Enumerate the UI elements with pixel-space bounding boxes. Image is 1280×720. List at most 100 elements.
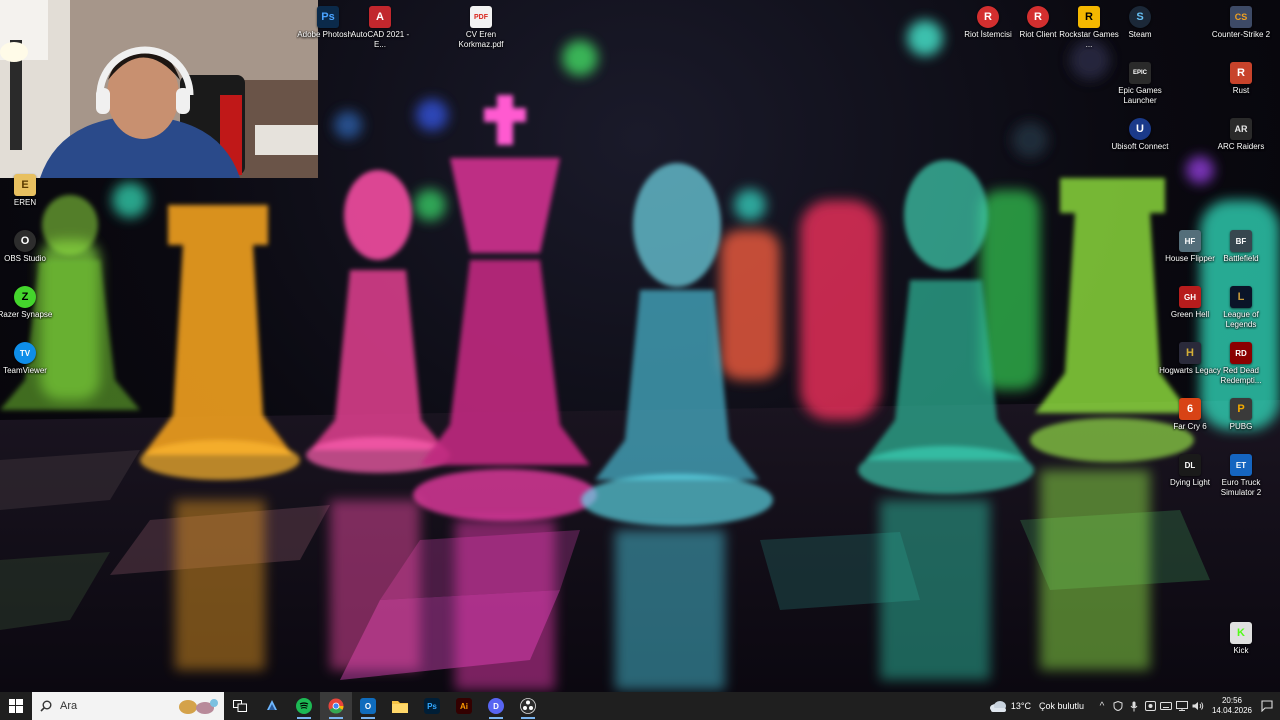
desktop-icon-label: Rust — [1232, 86, 1250, 95]
copilot-icon — [267, 700, 277, 710]
taskbar-task-view[interactable] — [224, 692, 256, 720]
taskbar-chrome[interactable] — [320, 692, 352, 720]
desktop-icon-league-of-legends[interactable]: L League of Legends — [1209, 286, 1273, 330]
photoshop-icon: Ps — [317, 6, 339, 28]
outlook-icon: O — [360, 698, 376, 714]
counter-strike-icon: CS — [1230, 6, 1252, 28]
show-hidden-icons-button[interactable]: ^ — [1094, 692, 1110, 720]
desktop-icon-label: Euro Truck Simulator 2 — [1220, 478, 1262, 497]
task-view-icon — [233, 700, 247, 712]
desktop-icon-counter-strike[interactable]: CS Counter-Strike 2 — [1209, 6, 1273, 40]
tray-app-icon[interactable] — [1110, 692, 1126, 720]
far-cry-icon: 6 — [1179, 398, 1201, 420]
app-tray-icon — [1144, 701, 1156, 711]
network-button[interactable] — [1174, 692, 1190, 720]
riot-icon: R — [1027, 6, 1049, 28]
obs-icon: O — [14, 230, 36, 252]
desktop-icon-eren[interactable]: E EREN — [0, 174, 57, 208]
taskbar-discord[interactable]: D — [480, 692, 512, 720]
keyboard-button[interactable] — [1158, 692, 1174, 720]
desktop-icon-label: Kick — [1233, 646, 1249, 655]
taskbar-copilot[interactable] — [256, 692, 288, 720]
tray-app2-button[interactable] — [1142, 692, 1158, 720]
microphone-icon — [1130, 701, 1138, 711]
desktop-icon-label: League of Legends — [1223, 310, 1259, 329]
desktop-icon-label: Battlefield — [1223, 254, 1259, 263]
obs-icon — [520, 698, 536, 714]
clock-time: 20:56 — [1221, 696, 1243, 705]
desktop-icon-razer-synapse[interactable]: Z Razer Synapse — [0, 286, 57, 320]
pubg-icon: P — [1230, 398, 1252, 420]
hogwarts-icon: H — [1179, 342, 1201, 364]
weather-temperature: 13°C — [1010, 701, 1031, 711]
desktop-icon-label: ARC Raiders — [1217, 142, 1265, 151]
shield-icon — [1113, 701, 1123, 711]
taskbar-illustrator[interactable]: Ai — [448, 692, 480, 720]
start-button[interactable] — [0, 692, 32, 720]
network-icon — [1176, 701, 1188, 711]
rockstar-icon: R — [1078, 6, 1100, 28]
windows-logo-icon — [9, 699, 23, 713]
desktop-icon-autocad[interactable]: A AutoCAD 2021 - E... — [348, 6, 412, 50]
illustrator-icon: Ai — [456, 698, 472, 714]
dying-light-icon: DL — [1179, 454, 1201, 476]
desktop-icon-cv-pdf[interactable]: PDF CV Eren Korkmaz.pdf — [448, 6, 514, 50]
search-highlight-illustration — [179, 699, 218, 714]
epic-games-icon: EPIC — [1129, 62, 1151, 84]
weather-widget[interactable]: 13°C Çok bulutlu — [989, 699, 1084, 713]
microphone-button[interactable] — [1126, 692, 1142, 720]
razer-icon: Z — [14, 286, 36, 308]
steam-icon: S — [1129, 6, 1151, 28]
desktop-icon-red-dead[interactable]: RD Red Dead Redempti... — [1209, 342, 1273, 386]
desktop-icon-euro-truck[interactable]: ET Euro Truck Simulator 2 — [1209, 454, 1273, 498]
notification-button[interactable] — [1254, 692, 1280, 720]
taskbar-file-explorer[interactable] — [384, 692, 416, 720]
desktop-icon-kick[interactable]: K Kick — [1209, 622, 1273, 656]
webcam-overlay — [0, 0, 318, 178]
riot-icon: R — [977, 6, 999, 28]
taskbar-photoshop[interactable]: Ps — [416, 692, 448, 720]
desktop-icon-arc-raiders[interactable]: AR ARC Raiders — [1209, 118, 1273, 152]
desktop-icon-label: Red Dead Redempti... — [1220, 366, 1262, 385]
desktop-icon-label: PUBG — [1229, 422, 1253, 431]
weather-description: Çok bulutlu — [1038, 701, 1084, 711]
green-hell-icon: GH — [1179, 286, 1201, 308]
speaker-icon — [1192, 702, 1204, 710]
desktop-icon-epic-games[interactable]: EPIC Epic Games Launcher — [1108, 62, 1172, 106]
taskbar-spotify[interactable] — [288, 692, 320, 720]
desktop-icon-battlefield[interactable]: BF Battlefield — [1209, 230, 1273, 264]
chrome-icon — [328, 698, 344, 714]
discord-icon: D — [488, 698, 504, 714]
taskbar-outlook[interactable]: O — [352, 692, 384, 720]
desktop-icon-label: OBS Studio — [4, 254, 46, 263]
desktop-icon-steam[interactable]: S Steam — [1108, 6, 1172, 40]
taskbar: Ara O Ps Ai D 13°C Çok bulutlu ^ 20:56 1… — [0, 692, 1280, 720]
search-icon — [40, 700, 52, 712]
pdf-icon: PDF — [470, 6, 492, 28]
cloud-icon — [989, 701, 1006, 712]
desktop-icon-teamviewer[interactable]: TV TeamViewer — [0, 342, 57, 376]
desktop-icon-ubisoft[interactable]: U Ubisoft Connect — [1108, 118, 1172, 152]
desktop-icon-label: Counter-Strike 2 — [1211, 30, 1271, 39]
desktop-icon-rust[interactable]: R Rust — [1209, 62, 1273, 96]
desktop-icon-label: CV Eren Korkmaz.pdf — [458, 30, 504, 49]
taskbar-obs[interactable] — [512, 692, 544, 720]
desktop-icon-pubg[interactable]: P PUBG — [1209, 398, 1273, 432]
taskbar-search-box[interactable]: Ara — [32, 692, 224, 720]
spotify-icon — [296, 698, 312, 714]
rust-icon: R — [1230, 62, 1252, 84]
system-tray: 13°C Çok bulutlu ^ 20:56 14.04.2026 — [989, 692, 1280, 720]
desktop-icon-label: TeamViewer — [3, 366, 47, 375]
red-dead-icon: RD — [1230, 342, 1252, 364]
ubisoft-icon: U — [1129, 118, 1151, 140]
battlefield-icon: BF — [1230, 230, 1252, 252]
webcam-person-image — [0, 0, 318, 178]
search-placeholder: Ara — [60, 700, 78, 712]
notification-icon — [1261, 700, 1273, 712]
volume-button[interactable] — [1190, 692, 1206, 720]
league-icon: L — [1230, 286, 1252, 308]
desktop-icon-label: Razer Synapse — [0, 310, 53, 319]
taskbar-clock[interactable]: 20:56 14.04.2026 — [1210, 696, 1254, 716]
euro-truck-icon: ET — [1230, 454, 1252, 476]
desktop-icon-obs-studio[interactable]: O OBS Studio — [0, 230, 57, 264]
